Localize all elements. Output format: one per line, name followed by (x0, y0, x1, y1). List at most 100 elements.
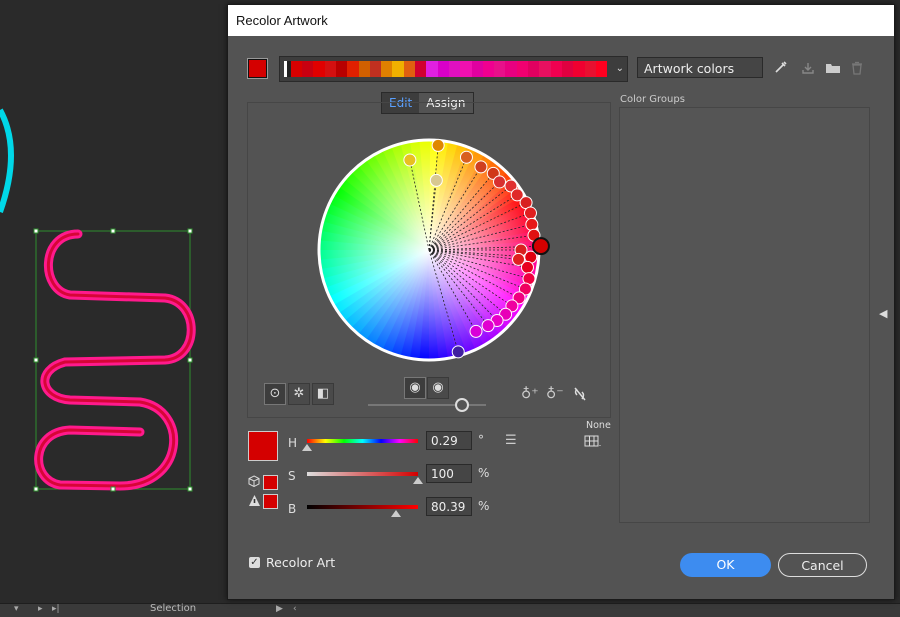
color-marker[interactable] (459, 150, 473, 164)
hue-label: H (288, 436, 298, 450)
cube-icon (248, 475, 260, 487)
grid-icon[interactable] (584, 435, 602, 448)
base-color-marker[interactable] (531, 237, 550, 256)
artwork-color-chip (403, 61, 416, 77)
saturation-label: S (288, 469, 296, 483)
artwork-colors-field[interactable]: Artwork colors (637, 57, 763, 78)
artwork-color-chip (437, 61, 449, 77)
hue-value-field[interactable]: 0.29 (426, 431, 472, 450)
artwork-colors-strip (284, 61, 608, 77)
artwork-color-chip (471, 61, 483, 77)
hue-unit: ° (478, 433, 484, 447)
artwork-color-chip (392, 61, 404, 77)
artwork-color-chip (550, 61, 562, 77)
artwork-color-chip (324, 61, 336, 77)
color-marker[interactable] (492, 175, 506, 189)
color-marker[interactable] (403, 153, 417, 167)
brightness-value-field[interactable]: 80.39 (426, 497, 472, 516)
artwork-color-chip (539, 61, 551, 77)
warning-icon (249, 495, 260, 506)
color-marker[interactable] (469, 324, 483, 338)
color-marker[interactable] (429, 173, 443, 187)
color-bars-icon[interactable]: ◧ (312, 383, 334, 405)
out-of-gamut-color-swatch[interactable] (263, 494, 278, 509)
segmented-wheel-icon[interactable]: ✲ (288, 383, 310, 405)
artwork-color-chip (448, 61, 461, 77)
current-color-swatch[interactable] (248, 431, 278, 461)
artwork-color-chip (494, 61, 506, 77)
artwork-color-chip (335, 61, 348, 77)
artwork-color-chip (313, 61, 325, 77)
collapse-panel-icon[interactable]: ◀ (879, 307, 887, 320)
dialog-title: Recolor Artwork (236, 13, 328, 28)
brightness-unit: % (478, 499, 490, 513)
show-brightness-icon[interactable]: ◉ (427, 377, 449, 399)
hue-slider[interactable] (307, 439, 418, 443)
artwork-color-chip (426, 61, 438, 77)
artwork-color-chip (302, 61, 314, 77)
brightness-slider-thumb[interactable] (455, 398, 469, 412)
harmony-color-wheel[interactable] (308, 133, 554, 373)
artwork-color-chip (358, 61, 370, 77)
recolor-artwork-dialog: Recolor Artwork ⌄ Artwork colors Edit As… (227, 4, 895, 600)
cancel-button[interactable]: Cancel (778, 553, 867, 577)
artwork-color-chip (415, 61, 427, 77)
artwork-color-chip (290, 61, 303, 77)
hue-slider-thumb[interactable] (302, 444, 312, 451)
status-bar: ▾ ▸ ▸| Selection ▶ ‹ (0, 603, 900, 617)
ok-button[interactable]: OK (680, 553, 771, 577)
artwork-color-chip (460, 61, 472, 77)
unlink-icon[interactable] (573, 386, 587, 402)
brightness-label: B (288, 502, 297, 516)
artwork-color-chip (595, 61, 608, 77)
recolor-art-checkbox[interactable]: ✓ (249, 557, 260, 568)
dialog-titlebar: Recolor Artwork (228, 5, 894, 36)
canvas-artwork (0, 108, 196, 492)
artwork-colors-bar[interactable]: ⌄ (279, 56, 628, 82)
eyedropper-icon[interactable] (773, 59, 789, 75)
artwork-color-chip (573, 61, 585, 77)
artwork-color-chip (381, 61, 393, 77)
smooth-wheel-icon[interactable]: ⊙ (264, 383, 286, 405)
dropdown-arrow-icon[interactable]: ▾ (14, 604, 19, 614)
artwork-color-chip (528, 61, 540, 77)
color-groups-label: Color Groups (620, 94, 685, 105)
artwork-color-chip (369, 61, 382, 77)
saturation-slider[interactable] (307, 472, 418, 476)
save-group-icon[interactable] (801, 61, 815, 75)
color-marker[interactable] (474, 160, 488, 174)
prev-artboard-icon[interactable]: ▸ (38, 604, 43, 614)
artwork-color-chip (584, 61, 596, 77)
folder-icon[interactable] (825, 61, 841, 75)
saturation-value-field[interactable]: 100 (426, 464, 472, 483)
artwork-color-chip (482, 61, 495, 77)
current-tool-label: Selection (150, 603, 197, 614)
color-marker[interactable] (481, 319, 495, 333)
trash-icon[interactable] (850, 61, 864, 75)
out-of-web-color-swatch[interactable] (263, 475, 278, 490)
list-icon[interactable]: ☰ (505, 433, 517, 448)
saturation-unit: % (478, 466, 490, 480)
color-marker[interactable] (525, 217, 539, 231)
saturation-slider-thumb[interactable] (413, 477, 423, 484)
color-marker[interactable] (451, 345, 465, 359)
artwork-color-chip (561, 61, 574, 77)
remove-color-icon[interactable]: ♁⁻ (546, 386, 564, 402)
scroll-left-icon[interactable]: ‹ (293, 604, 297, 614)
brightness-slider[interactable] (307, 505, 418, 509)
color-marker[interactable] (523, 206, 537, 220)
brightness-slider-thumb[interactable] (390, 510, 401, 517)
chevron-down-icon[interactable]: ⌄ (616, 63, 624, 74)
status-arrow-icon[interactable]: ▶ (276, 604, 283, 614)
color-groups-panel[interactable] (619, 107, 870, 523)
color-marker[interactable] (512, 252, 526, 266)
artwork-color-chip (505, 61, 517, 77)
color-library-none-label: None (586, 420, 611, 431)
last-artboard-icon[interactable]: ▸| (52, 604, 60, 614)
artwork-color-chip (347, 61, 359, 77)
color-marker[interactable] (431, 138, 445, 152)
recolor-art-label[interactable]: Recolor Art (266, 555, 335, 570)
show-saturation-icon[interactable]: ◉ (404, 377, 426, 399)
active-color-swatch[interactable] (248, 59, 267, 78)
add-color-icon[interactable]: ♁⁺ (521, 386, 539, 402)
